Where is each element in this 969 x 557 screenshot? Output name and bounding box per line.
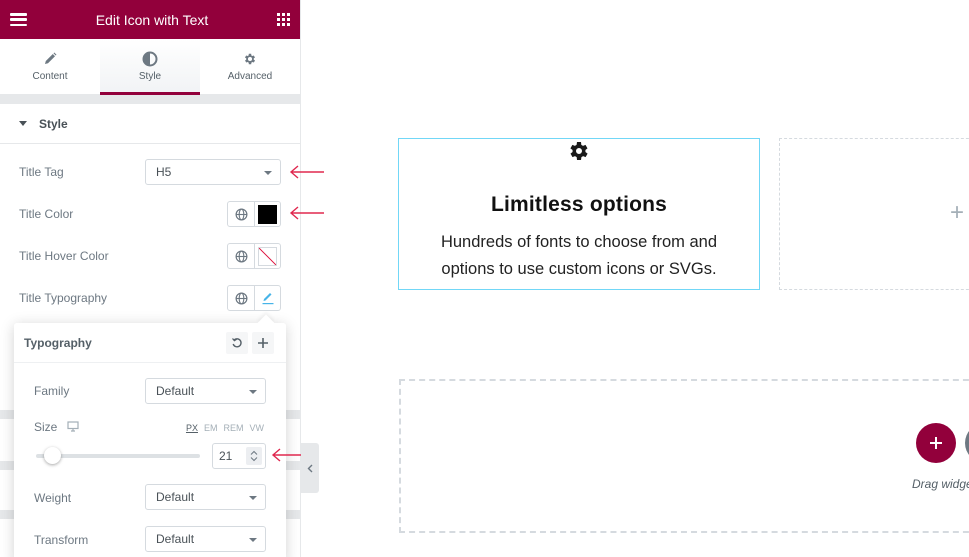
family-value: Default bbox=[156, 384, 195, 398]
size-slider-handle[interactable] bbox=[44, 447, 62, 464]
desktop-icon[interactable] bbox=[67, 421, 79, 432]
plus-icon bbox=[258, 338, 268, 348]
panel-tabs: Content Style Advanced bbox=[0, 39, 300, 95]
reset-icon bbox=[232, 338, 242, 348]
typography-popover: Typography Family Default Size PX EM REM bbox=[14, 323, 286, 557]
annotation-arrow bbox=[289, 206, 324, 220]
gear-icon bbox=[243, 51, 257, 67]
tab-content[interactable]: Content bbox=[0, 39, 100, 94]
panel-title: Edit Icon with Text bbox=[95, 11, 209, 28]
weight-value: Default bbox=[156, 490, 195, 504]
title-color-group bbox=[227, 201, 281, 227]
title-tag-control: Title Tag H5 bbox=[0, 159, 300, 185]
icon-with-text-widget[interactable]: Limitless options Hundreds of fonts to c… bbox=[398, 138, 760, 290]
family-control: Family Default bbox=[14, 378, 286, 404]
tab-content-label: Content bbox=[32, 71, 68, 82]
family-select[interactable]: Default bbox=[145, 378, 266, 404]
widget-title: Limitless options bbox=[490, 193, 668, 216]
drag-widget-hint: Drag widge bbox=[912, 477, 969, 491]
plus-icon[interactable]: + bbox=[950, 201, 964, 225]
title-typography-control: Title Typography bbox=[0, 285, 300, 311]
transform-value: Default bbox=[156, 532, 195, 546]
stepper-arrows-icon bbox=[250, 450, 258, 462]
section-separator bbox=[0, 95, 300, 104]
add-global-font-button[interactable] bbox=[252, 332, 274, 354]
plus-icon bbox=[930, 437, 942, 449]
unit-px[interactable]: PX bbox=[186, 423, 198, 433]
unit-vw[interactable]: VW bbox=[250, 423, 265, 433]
title-hover-color-picker[interactable] bbox=[254, 244, 280, 268]
edit-typography-button[interactable] bbox=[254, 286, 280, 310]
tab-advanced-label: Advanced bbox=[227, 71, 273, 82]
title-tag-select[interactable]: H5 bbox=[145, 159, 281, 185]
weight-control: Weight Default bbox=[14, 484, 286, 510]
title-color-label: Title Color bbox=[19, 207, 74, 221]
annotation-arrow bbox=[289, 165, 324, 179]
caret-down-icon bbox=[19, 121, 27, 126]
weight-select[interactable]: Default bbox=[145, 484, 266, 510]
add-template-button[interactable] bbox=[965, 423, 969, 463]
unit-rem[interactable]: REM bbox=[224, 423, 244, 433]
color-swatch-black bbox=[258, 204, 277, 224]
style-section-toggle[interactable]: Style bbox=[0, 104, 300, 144]
transform-control: Transform Default bbox=[14, 526, 286, 552]
size-label: Size bbox=[34, 420, 58, 434]
collapse-panel-button[interactable] bbox=[301, 443, 319, 493]
grid-icon[interactable] bbox=[276, 13, 290, 26]
widget-description: Hundreds of fonts to choose from and opt… bbox=[440, 233, 718, 278]
chevron-down-icon bbox=[249, 390, 257, 394]
size-control: Size PX EM REM VW 21 bbox=[14, 419, 286, 469]
title-color-picker[interactable] bbox=[254, 202, 280, 226]
title-hover-color-label: Title Hover Color bbox=[19, 249, 109, 263]
size-input[interactable]: 21 bbox=[212, 443, 266, 469]
title-typography-group bbox=[227, 285, 281, 311]
transform-select[interactable]: Default bbox=[145, 526, 266, 552]
title-hover-color-control: Title Hover Color bbox=[0, 243, 300, 269]
size-value: 21 bbox=[219, 449, 233, 463]
globe-icon bbox=[235, 208, 247, 220]
globe-icon bbox=[235, 292, 247, 304]
chevron-left-icon bbox=[307, 464, 313, 472]
reset-button[interactable] bbox=[226, 332, 248, 354]
title-typography-label: Title Typography bbox=[19, 291, 108, 305]
gear-icon bbox=[570, 142, 588, 160]
half-circle-icon bbox=[142, 51, 158, 67]
size-units: PX EM REM VW bbox=[186, 423, 264, 433]
add-section-area: Drag widge bbox=[399, 379, 969, 533]
title-color-control: Title Color bbox=[0, 201, 300, 227]
chevron-down-icon bbox=[264, 171, 272, 175]
pencil-icon bbox=[262, 293, 273, 305]
title-tag-value: H5 bbox=[156, 165, 172, 179]
elementor-editor: Edit Icon with Text Content Style Advanc… bbox=[0, 0, 969, 557]
empty-column[interactable]: + bbox=[779, 138, 969, 290]
panel-header: Edit Icon with Text bbox=[0, 0, 300, 39]
transform-label: Transform bbox=[34, 533, 89, 547]
globe-icon bbox=[235, 250, 247, 262]
tab-advanced[interactable]: Advanced bbox=[200, 39, 300, 94]
section-title: Style bbox=[39, 116, 68, 131]
title-hover-color-group bbox=[227, 243, 281, 269]
title-tag-label: Title Tag bbox=[19, 165, 64, 179]
hamburger-icon[interactable] bbox=[10, 13, 27, 26]
global-colors-button[interactable] bbox=[228, 244, 254, 268]
typography-popover-header: Typography bbox=[14, 323, 286, 363]
typography-popover-title: Typography bbox=[24, 335, 92, 350]
unit-em[interactable]: EM bbox=[204, 423, 218, 433]
family-label: Family bbox=[34, 384, 70, 398]
add-section-button[interactable] bbox=[916, 423, 956, 463]
pencil-icon bbox=[43, 51, 57, 67]
global-colors-button[interactable] bbox=[228, 202, 254, 226]
tab-style-label: Style bbox=[138, 71, 162, 82]
global-fonts-button[interactable] bbox=[228, 286, 254, 310]
chevron-down-icon bbox=[249, 538, 257, 542]
chevron-down-icon bbox=[249, 496, 257, 500]
no-color-swatch bbox=[258, 246, 277, 266]
tab-style[interactable]: Style bbox=[100, 39, 200, 95]
weight-label: Weight bbox=[34, 491, 72, 505]
size-stepper[interactable] bbox=[246, 447, 262, 465]
